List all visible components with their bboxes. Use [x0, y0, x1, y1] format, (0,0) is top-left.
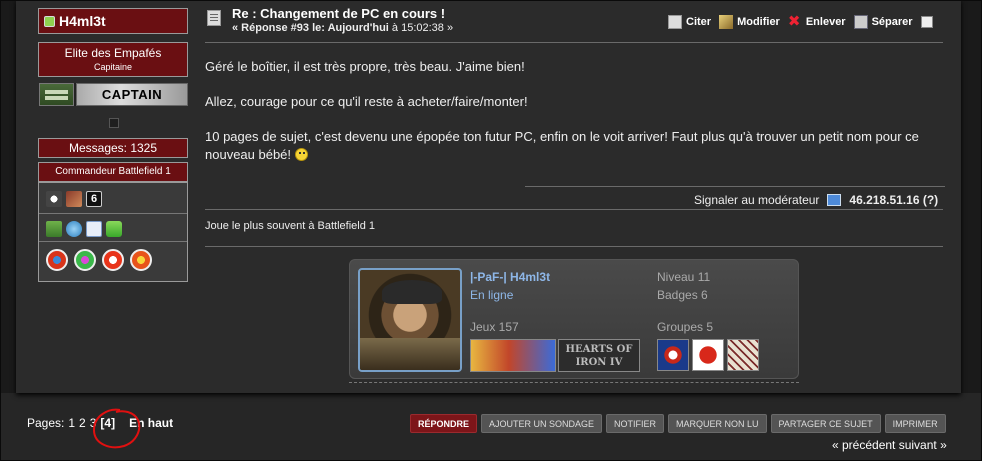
post-body: Géré le boîtier, il est très propre, trè… — [205, 58, 945, 181]
ip-address[interactable]: 46.218.51.16 (?) — [849, 193, 938, 207]
online-status-icon — [44, 15, 55, 27]
rank-insignia-icon — [39, 83, 74, 106]
steam-profile-card[interactable]: |-PaF-| H4ml3t En ligne Niveau 11 Badges… — [349, 259, 799, 379]
rainbow-six-icon[interactable]: 6 — [86, 191, 102, 207]
steam-icon[interactable] — [46, 191, 62, 207]
author-rank: Capitaine — [93, 62, 133, 72]
post-subheader: « Réponse #93 le: Aujourd'hui à 15:02:38… — [232, 22, 453, 34]
award-badge-icon[interactable] — [74, 249, 96, 271]
email-icon[interactable] — [86, 221, 102, 237]
author-messages: Messages: 1325 — [38, 138, 188, 158]
pages-label: Pages: — [27, 416, 65, 430]
game-thumbnail[interactable] — [470, 339, 556, 372]
add-poll-button[interactable]: AJOUTER UN SONDAGE — [481, 414, 603, 433]
rank-label: CAPTAIN — [76, 83, 188, 106]
post-title[interactable]: Re : Changement de PC en cours ! — [232, 6, 445, 21]
report-area: Signaler au modérateur 46.218.51.16 (?) — [694, 193, 938, 207]
post-document-icon — [207, 10, 221, 26]
page-link-2[interactable]: 2 — [79, 416, 86, 430]
page-link-1[interactable]: 1 — [68, 416, 75, 430]
author-icons-divider — [39, 213, 187, 214]
post-time: à 15:02:38 » — [391, 22, 454, 34]
split-button[interactable]: Séparer — [853, 15, 913, 29]
post-paragraph: 10 pages de sujet, c'est devenu une épop… — [205, 129, 919, 162]
prev-next-nav[interactable]: « précédent suivant » — [832, 438, 947, 452]
back-to-top-link[interactable]: En haut — [129, 416, 173, 430]
karma-square — [109, 118, 119, 128]
author-title: Commandeur Battlefield 1 — [38, 162, 188, 182]
quote-button[interactable]: Citer — [668, 15, 711, 29]
contact-icons-row — [46, 221, 122, 237]
author-group-box: Elite des Empafés Capitaine — [38, 42, 188, 77]
share-topic-button[interactable]: PARTAGER CE SUJET — [770, 414, 881, 433]
page-gutter-right — [961, 0, 982, 393]
remove-icon: ✖ — [787, 13, 801, 30]
profile-games: Jeux 157 — [470, 320, 519, 334]
remove-label: Enlever — [805, 16, 846, 28]
website-globe-icon[interactable] — [66, 221, 82, 237]
author-name-box[interactable]: H4ml3t — [38, 8, 188, 34]
group-thumbnail[interactable] — [727, 339, 759, 371]
profile-badges: Badges 6 — [657, 288, 708, 302]
group-thumbnail[interactable] — [692, 339, 724, 371]
current-page: [4] — [100, 416, 116, 430]
author-icons-divider-2 — [39, 241, 187, 242]
author-icons-panel: 6 — [38, 182, 188, 282]
post-actions: Citer Modifier ✖ Enlever Séparer — [668, 13, 933, 30]
signature-divider — [205, 209, 943, 210]
select-post-checkbox[interactable] — [920, 16, 933, 28]
smiley-icon — [295, 148, 309, 161]
profile-status: En ligne — [470, 288, 514, 302]
author-username[interactable]: H4ml3t — [59, 13, 106, 29]
page-gutter-left — [0, 0, 16, 393]
report-divider — [525, 186, 945, 187]
profile-icon[interactable] — [46, 221, 62, 237]
post-reply-number: « Réponse #93 le: Aujourd'hui — [232, 22, 389, 34]
quote-label: Citer — [686, 16, 712, 28]
edit-icon — [719, 15, 734, 29]
card-divider — [205, 246, 943, 247]
profile-avatar[interactable] — [358, 268, 462, 372]
award-badges-row — [46, 249, 152, 271]
signature: Joue le plus souvent à Battlefield 1 — [205, 220, 376, 232]
game-thumbnail-hearts-of-iron[interactable]: HEARTS OF IRON IV — [558, 339, 640, 372]
post-paragraph-with-smiley: 10 pages de sujet, c'est devenu une épop… — [205, 128, 945, 164]
split-icon — [853, 15, 868, 29]
card-bottom-line — [349, 379, 799, 383]
notify-button[interactable]: NOTIFIER — [606, 414, 665, 433]
mark-unread-button[interactable]: MARQUER NON LU — [668, 414, 767, 433]
award-badge-icon[interactable] — [130, 249, 152, 271]
platform-icons-row: 6 — [46, 191, 102, 207]
split-label: Séparer — [871, 16, 913, 28]
ip-monitor-icon — [827, 194, 842, 206]
award-badge-icon[interactable] — [46, 249, 68, 271]
post-header-divider — [205, 42, 943, 43]
report-moderator-link[interactable]: Signaler au modérateur — [694, 193, 819, 207]
origin-avatar-icon[interactable] — [66, 191, 82, 207]
profile-name[interactable]: |-PaF-| H4ml3t — [470, 270, 550, 284]
reply-button[interactable]: RÉPONDRE — [410, 414, 478, 433]
profile-groups: Groupes 5 — [657, 320, 714, 334]
award-badge-icon[interactable] — [102, 249, 124, 271]
chat-bubble-icon[interactable] — [106, 221, 122, 237]
rank-image: CAPTAIN — [39, 83, 188, 106]
post-paragraph: Géré le boîtier, il est très propre, trè… — [205, 59, 525, 74]
edit-button[interactable]: Modifier — [719, 15, 780, 29]
author-group: Elite des Empafés — [64, 46, 162, 60]
edit-label: Modifier — [737, 16, 780, 28]
post-paragraph: Allez, courage pour ce qu'il reste à ach… — [205, 94, 528, 109]
profile-level: Niveau 11 — [657, 270, 711, 284]
print-button[interactable]: IMPRIMER — [884, 414, 946, 433]
group-thumbnail[interactable] — [657, 339, 689, 371]
topic-buttons: RÉPONDRE AJOUTER UN SONDAGE NOTIFIER MAR… — [410, 414, 946, 433]
quote-icon — [668, 15, 682, 29]
pagination: Pages: 1 2 3 [4] En haut — [27, 416, 173, 430]
page-link-3[interactable]: 3 — [90, 416, 97, 430]
remove-button[interactable]: ✖ Enlever — [787, 13, 846, 30]
